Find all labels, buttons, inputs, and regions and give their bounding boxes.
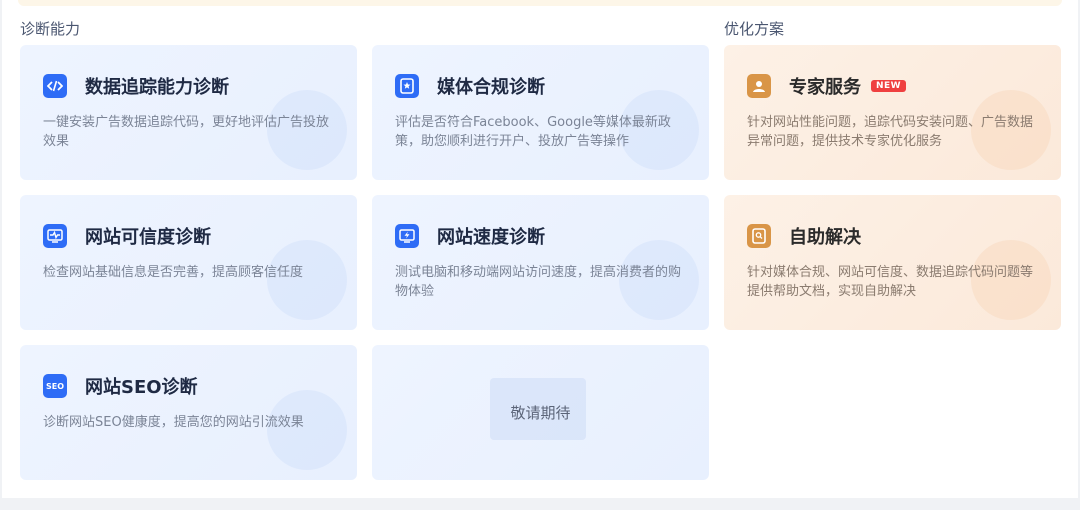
section-title-diagnosis: 诊断能力 [20,20,81,38]
compliance-icon [395,74,419,98]
card-description: 测试电脑和移动端网站访问速度，提高消费者的购物体验 [395,265,682,299]
card-site-speed[interactable]: 网站速度诊断 测试电脑和移动端网站访问速度，提高消费者的购物体验 [372,195,709,330]
card-title: 媒体合规诊断 [437,77,545,98]
card-seo[interactable]: SEO 网站SEO诊断 诊断网站SEO健康度，提高您的网站引流效果 [20,345,357,480]
expert-icon [747,74,771,98]
document-search-icon [747,224,771,248]
card-description: 一键安装广告数据追踪代码，更好地评估广告投放效果 [43,115,330,149]
card-coming-soon: 敬请期待 [372,345,709,480]
seo-icon-label: SEO [45,381,65,391]
section-title-optimize: 优化方案 [724,20,785,38]
coming-soon-label: 敬请期待 [510,404,571,422]
card-title: 网站可信度诊断 [85,227,211,248]
card-description: 针对媒体合规、网站可信度、数据追踪代码问题等提供帮助文档，实现自助解决 [747,265,1034,299]
card-data-tracking[interactable]: 数据追踪能力诊断 一键安装广告数据追踪代码，更好地评估广告投放效果 [20,45,357,180]
card-description: 评估是否符合Facebook、Google等媒体最新政策，助您顺利进行开户、投放… [395,115,671,149]
card-title: 数据追踪能力诊断 [85,77,229,98]
lightning-monitor-icon [395,224,419,248]
card-expert-service[interactable]: 专家服务 NEW 针对网站性能问题，追踪代码安装问题、广告数据异常问题，提供技术… [724,45,1061,180]
card-media-compliance[interactable]: 媒体合规诊断 评估是否符合Facebook、Google等媒体最新政策，助您顺利… [372,45,709,180]
card-title: 网站SEO诊断 [85,377,198,398]
card-title: 网站速度诊断 [437,227,545,248]
card-title: 自助解决 [789,227,861,248]
card-site-credibility[interactable]: 网站可信度诊断 检查网站基础信息是否完善，提高顾客信任度 [20,195,357,330]
monitor-pulse-icon [43,224,67,248]
new-badge: NEW [871,80,907,92]
card-description: 针对网站性能问题，追踪代码安装问题、广告数据异常问题，提供技术专家优化服务 [747,115,1034,149]
card-self-help[interactable]: 自助解决 针对媒体合规、网站可信度、数据追踪代码问题等提供帮助文档，实现自助解决 [724,195,1061,330]
top-banner [18,0,1062,6]
card-title: 专家服务 [789,77,861,98]
code-icon [43,74,67,98]
seo-icon: SEO [43,374,67,398]
card-description: 检查网站基础信息是否完善，提高顾客信任度 [43,265,304,280]
card-description: 诊断网站SEO健康度，提高您的网站引流效果 [43,415,304,430]
